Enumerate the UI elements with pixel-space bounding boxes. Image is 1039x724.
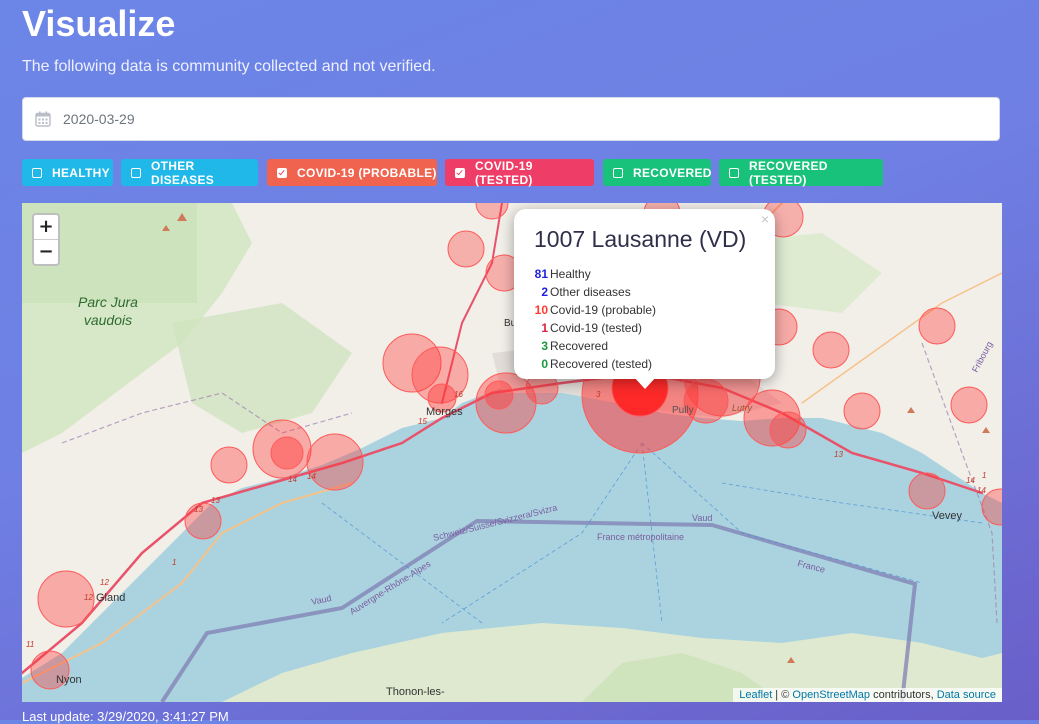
filter-label: RECOVERED (633, 165, 712, 180)
checkbox-icon (729, 167, 739, 178)
data-source-link[interactable]: Data source (937, 689, 996, 701)
road-number: 1 (982, 471, 986, 480)
map-container[interactable]: Parc Jura vaudois Morges Pully Lutry Vev… (22, 203, 1002, 702)
road-number: 12 (84, 593, 93, 602)
stat-label: Covid-19 (probable) (550, 303, 657, 317)
checkbox-checked-icon (277, 167, 287, 178)
zoom-out-button[interactable]: − (34, 239, 58, 264)
stats-row: 0 Recovered (tested) (532, 355, 657, 373)
stats-row: 3 Recovered (532, 337, 657, 355)
map-attribution: Leaflet | © OpenStreetMap contributors, … (733, 688, 1002, 702)
label-vaud-2: Vaud (310, 593, 332, 607)
osm-link[interactable]: OpenStreetMap (792, 689, 870, 701)
filter-label: COVID-19 (TESTED) (475, 158, 533, 187)
filter-recovered-tested-button[interactable]: RECOVERED (TESTED) (719, 158, 883, 187)
leaflet-link[interactable]: Leaflet (739, 689, 772, 701)
stats-row: 2 Other diseases (532, 283, 657, 301)
filter-other-diseases-button[interactable]: OTHER DISEASES (121, 158, 258, 187)
label-thonon: Thonon-les- (386, 686, 445, 698)
label-morges: Morges (426, 406, 463, 418)
zoom-control: + − (32, 213, 60, 266)
stat-label: Other diseases (550, 285, 631, 299)
filter-label: COVID-19 (PROBABLE) (297, 165, 437, 180)
popup-stats-table: 81 Healthy 2 Other diseases 10 Covid-19 … (532, 265, 657, 373)
label-lutry: Lutry (732, 403, 753, 413)
last-update-text: Last update: 3/29/2020, 3:41:27 PM (22, 709, 229, 724)
popup-title: 1007 Lausanne (VD) (534, 226, 747, 252)
road-number: 11 (26, 640, 34, 649)
filter-covid-probable-button[interactable]: COVID-19 (PROBABLE) (267, 159, 437, 186)
label-pully: Pully (672, 405, 694, 416)
label-vaudois: vaudois (84, 312, 132, 328)
stat-label: Covid-19 (tested) (550, 321, 643, 335)
page-title: Visualize (22, 3, 176, 44)
checkbox-icon (131, 167, 141, 178)
stats-row: 10 Covid-19 (probable) (532, 301, 657, 319)
label-france: France (797, 558, 827, 574)
road-number: 3 (596, 390, 601, 399)
attribution-contributors: contributors, (870, 689, 937, 701)
label-vaud-1: Vaud (692, 513, 712, 523)
stats-row: 81 Healthy (532, 265, 657, 283)
label-parc-jura: Parc Jura (78, 294, 138, 310)
stat-count: 1 (541, 321, 548, 335)
calendar-icon (35, 111, 51, 127)
filter-label: RECOVERED (TESTED) (749, 158, 828, 187)
stats-row: 1 Covid-19 (tested) (532, 319, 657, 337)
date-picker-input[interactable]: 2020-03-29 (22, 97, 1000, 141)
road-number: 1 (172, 558, 176, 567)
stat-count: 10 (534, 303, 548, 317)
stat-count: 0 (541, 357, 548, 371)
popup-tip (634, 377, 656, 389)
filter-healthy-button[interactable]: HEALTHY (22, 159, 113, 186)
road-number: 14 (966, 476, 975, 485)
stat-label: Healthy (550, 267, 591, 281)
road-number: 13 (834, 450, 843, 459)
checkbox-icon (32, 167, 42, 178)
road-number: 14 (977, 486, 986, 495)
filter-covid-tested-button[interactable]: COVID-19 (TESTED) (445, 158, 594, 187)
date-value: 2020-03-29 (63, 111, 135, 127)
label-vevey: Vevey (932, 510, 962, 522)
location-popup: × 1007 Lausanne (VD) 81 Healthy 2 Other … (514, 209, 775, 389)
road-number: 15 (418, 417, 427, 426)
road-number: 14 (307, 472, 316, 481)
label-france-metro: France métropolitaine (597, 532, 684, 542)
checkbox-checked-icon (455, 167, 465, 178)
checkbox-icon (613, 167, 623, 178)
label-nyon: Nyon (56, 674, 82, 686)
stat-label: Recovered (550, 339, 609, 353)
filter-recovered-button[interactable]: RECOVERED (603, 159, 711, 186)
road-number: 16 (454, 390, 463, 399)
filter-label: OTHER DISEASES (151, 158, 215, 187)
road-number: 12 (100, 578, 109, 587)
filter-label: HEALTHY (52, 165, 110, 180)
label-gland: Gland (96, 592, 125, 604)
stat-count: 81 (534, 267, 548, 281)
zoom-in-button[interactable]: + (34, 215, 58, 239)
road-number: 13 (194, 505, 203, 514)
label-auvergne: Auvergne-Rhône-Alpes (348, 558, 433, 616)
stat-count: 3 (541, 339, 548, 353)
stat-count: 2 (541, 285, 548, 299)
page-subtitle: The following data is community collecte… (22, 58, 436, 75)
map-tiles[interactable]: Parc Jura vaudois Morges Pully Lutry Vev… (22, 203, 1002, 702)
stat-label: Recovered (tested) (550, 357, 653, 371)
road-number: 13 (211, 496, 220, 505)
road-number: 14 (288, 475, 297, 484)
popup-close-button[interactable]: × (761, 211, 769, 227)
attribution-separator: | © (772, 689, 793, 701)
